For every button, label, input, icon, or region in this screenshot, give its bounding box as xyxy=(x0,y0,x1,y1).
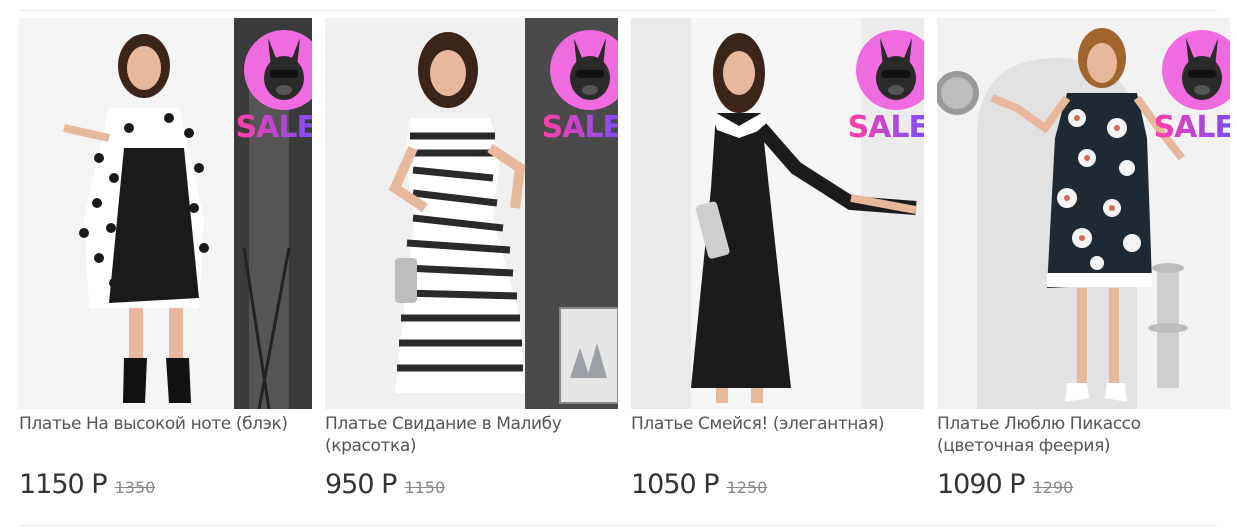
sale-label: SALE xyxy=(848,110,924,145)
product-grid: SALE Платье На высокой ноте (блэк) 1150 … xyxy=(19,18,1230,500)
product-card[interactable]: SALE Платье На высокой ноте (блэк) 1150 … xyxy=(19,18,312,500)
sale-badge: SALE xyxy=(1154,18,1230,158)
sale-label: SALE xyxy=(236,110,312,145)
product-title[interactable]: Платье На высокой ноте (блэк) xyxy=(19,413,312,457)
product-title[interactable]: Платье Смейся! (элегантная) xyxy=(631,413,924,457)
product-card[interactable]: SALE Платье Свидание в Малибу (красотка)… xyxy=(325,18,618,500)
top-divider xyxy=(19,10,1218,11)
product-title[interactable]: Платье Свидание в Малибу (красотка) xyxy=(325,413,618,457)
old-price: 1150 xyxy=(404,478,446,497)
product-photo[interactable]: SALE xyxy=(19,18,312,409)
old-price: 1250 xyxy=(726,478,768,497)
product-photo[interactable]: SALE xyxy=(631,18,924,409)
current-price: 1050 Р xyxy=(631,469,720,500)
price-row: 1090 Р 1290 xyxy=(937,469,1230,500)
current-price: 950 Р xyxy=(325,469,397,500)
sale-label: SALE xyxy=(1154,110,1230,145)
product-title[interactable]: Платье Люблю Пикассо (цветочная феерия) xyxy=(937,413,1230,457)
product-photo[interactable]: SALE xyxy=(325,18,618,409)
price-row: 950 Р 1150 xyxy=(325,469,618,500)
product-listing: SALE Платье На высокой ноте (блэк) 1150 … xyxy=(0,0,1237,528)
sale-badge: SALE xyxy=(848,18,924,158)
bottom-divider xyxy=(19,525,1218,526)
price-row: 1150 Р 1350 xyxy=(19,469,312,500)
product-photo[interactable]: SALE xyxy=(937,18,1230,409)
sale-badge: SALE xyxy=(542,18,618,158)
sale-badge: SALE xyxy=(236,18,312,158)
old-price: 1350 xyxy=(114,478,156,497)
product-card[interactable]: SALE Платье Смейся! (элегантная) 1050 Р … xyxy=(631,18,924,500)
price-row: 1050 Р 1250 xyxy=(631,469,924,500)
current-price: 1090 Р xyxy=(937,469,1026,500)
current-price: 1150 Р xyxy=(19,469,108,500)
product-card[interactable]: SALE Платье Люблю Пикассо (цветочная фее… xyxy=(937,18,1230,500)
sale-label: SALE xyxy=(542,110,618,145)
old-price: 1290 xyxy=(1032,478,1074,497)
